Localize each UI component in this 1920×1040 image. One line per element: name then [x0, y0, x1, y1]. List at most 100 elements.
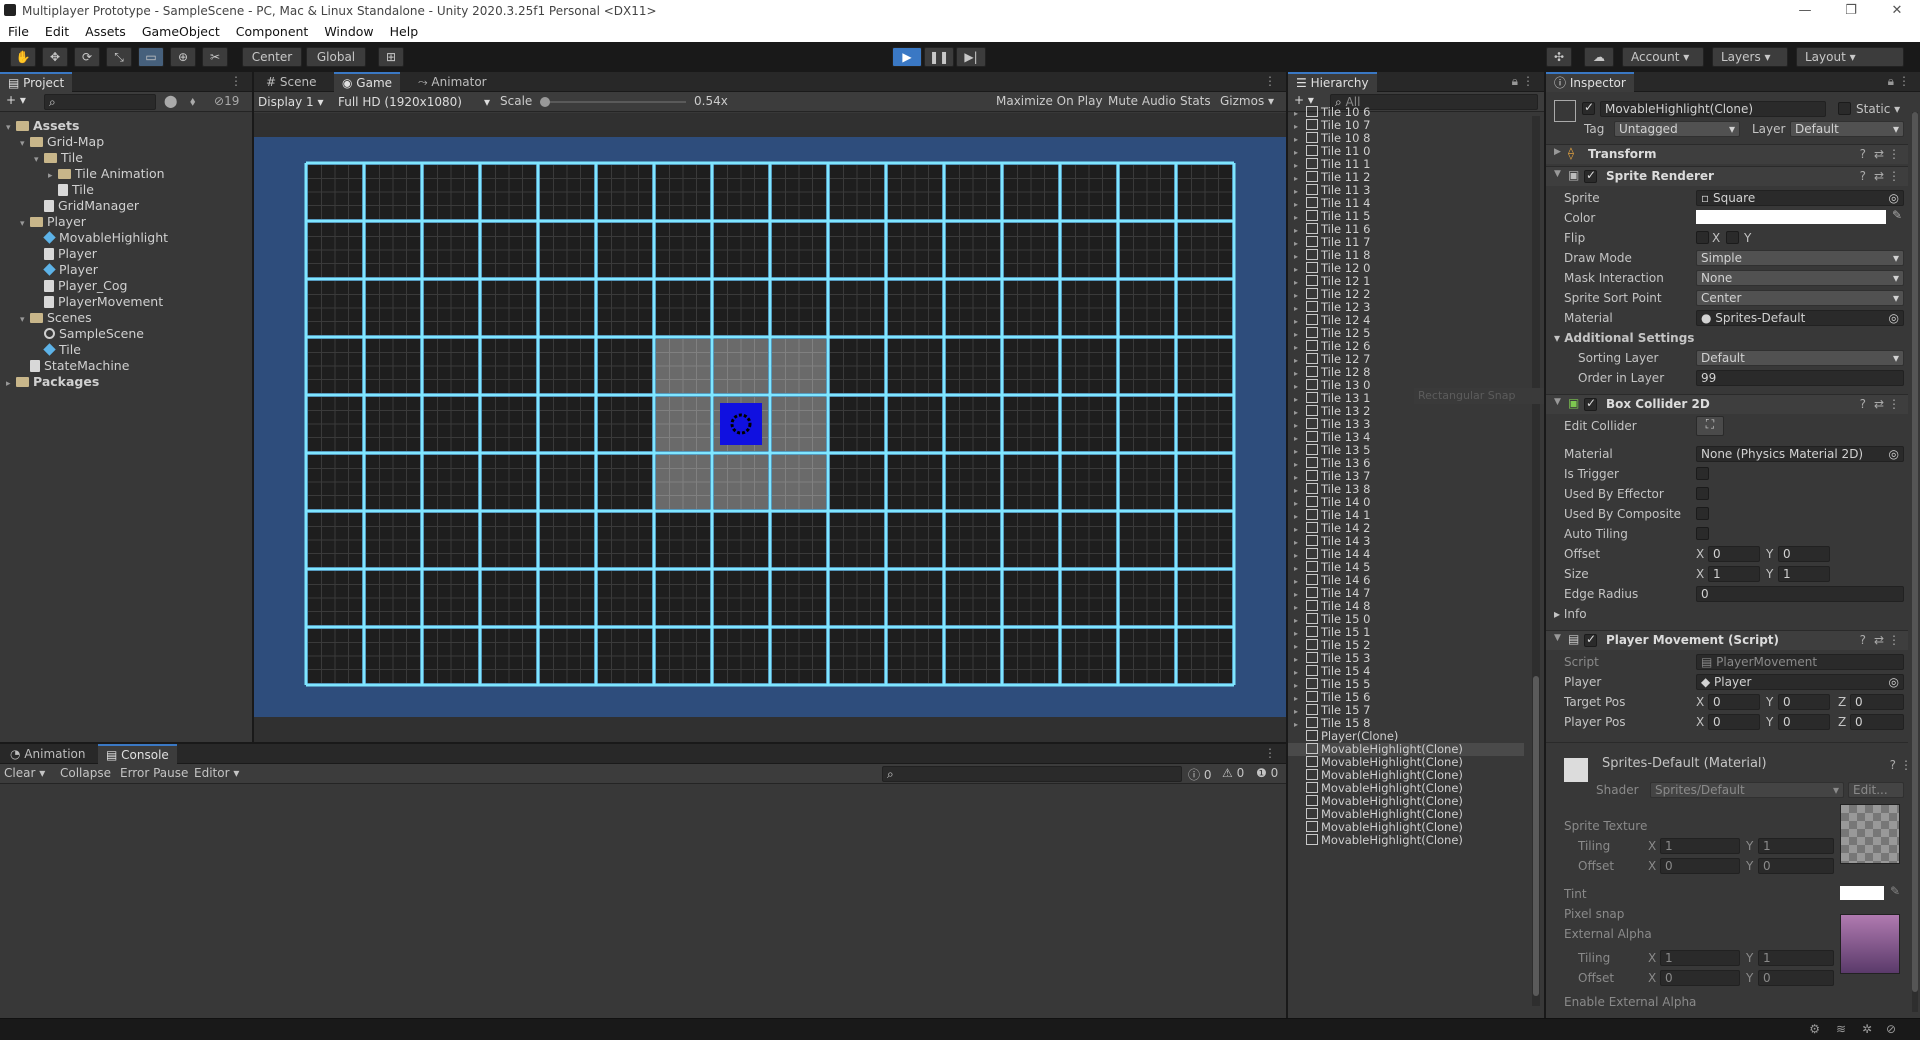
menu-component[interactable]: Component: [236, 22, 309, 42]
close-button[interactable]: ✕: [1874, 0, 1920, 22]
static-dropdown[interactable]: Static ▾: [1856, 101, 1900, 117]
lock-icon[interactable]: 🔒︎: [1888, 74, 1894, 89]
edit-collider-button[interactable]: ⛶: [1696, 416, 1724, 436]
preset-icon[interactable]: ⇄: [1874, 633, 1884, 647]
offset2-y-field[interactable]: 0: [1758, 970, 1834, 986]
collab-icon[interactable]: ✣: [1546, 47, 1572, 67]
filter-type-icon[interactable]: ⬤: [164, 94, 177, 108]
target-x-field[interactable]: 0: [1708, 694, 1760, 710]
project-tree-item[interactable]: GridManager: [34, 198, 139, 214]
display-dropdown[interactable]: Display 1 ▾: [256, 93, 330, 111]
menu-gameobject[interactable]: GameObject: [142, 22, 220, 42]
player-sprite[interactable]: [720, 403, 762, 445]
pause-button[interactable]: ❚❚: [924, 47, 954, 67]
sprite-renderer-enabled[interactable]: [1584, 168, 1597, 183]
play-button[interactable]: ▶: [892, 47, 922, 67]
project-tree-item[interactable]: MovableHighlight: [34, 230, 168, 246]
rect-tool-button[interactable]: ▭: [138, 47, 164, 67]
sr-material-field[interactable]: ● Sprites-Default ◎: [1696, 310, 1904, 326]
cache-server-icon[interactable]: ⚙: [1809, 1022, 1820, 1036]
panel-menu-icon[interactable]: ⋮: [1898, 74, 1910, 88]
project-tree-item[interactable]: ▾ Scenes: [20, 310, 92, 326]
project-tree-item[interactable]: ▾ Assets: [6, 118, 79, 134]
component-menu-icon[interactable]: ⋮: [1888, 169, 1900, 183]
tiling-x-field[interactable]: 1: [1660, 838, 1740, 854]
flip-y-checkbox[interactable]: [1726, 231, 1739, 244]
tab-console[interactable]: ▤ Console: [98, 744, 177, 764]
rotate-tool-button[interactable]: ⟳: [74, 47, 100, 67]
tint-swatch[interactable]: [1840, 886, 1884, 900]
progress-icon[interactable]: ≋: [1836, 1022, 1846, 1036]
tab-game[interactable]: ◉ Game: [334, 72, 401, 92]
tab-animator[interactable]: ⤳ Animator: [410, 72, 495, 92]
sprite-field[interactable]: ▫ Square ◎: [1696, 190, 1904, 206]
size-x-field[interactable]: 1: [1708, 566, 1760, 582]
pivot-center-toggle[interactable]: Center: [242, 47, 302, 67]
scale-tool-button[interactable]: ⤡: [106, 47, 132, 67]
project-tree-item[interactable]: Player: [34, 262, 98, 278]
eyedropper-icon[interactable]: ✎: [1892, 208, 1902, 222]
project-tree-item[interactable]: ▾ Tile: [34, 150, 83, 166]
console-log-area[interactable]: [0, 784, 1286, 1018]
player-field[interactable]: ◆ Player ◎: [1696, 674, 1904, 690]
active-checkbox[interactable]: [1582, 100, 1595, 115]
step-button[interactable]: ▶|: [956, 47, 986, 67]
maximize-button[interactable]: ❐: [1828, 0, 1874, 22]
preset-icon[interactable]: ⇄: [1874, 147, 1884, 161]
expand-arrow-icon[interactable]: ▾: [6, 120, 16, 136]
move-tool-button[interactable]: ✥: [42, 47, 68, 67]
create-button[interactable]: + ▾: [1294, 93, 1314, 107]
help-icon[interactable]: ?: [1860, 633, 1866, 647]
project-tree-item[interactable]: ▾ Grid-Map: [20, 134, 104, 150]
offset-x-field[interactable]: 0: [1660, 858, 1740, 874]
tiling2-x-field[interactable]: 1: [1660, 950, 1740, 966]
eyedropper-icon[interactable]: ✎: [1890, 884, 1900, 898]
help-icon[interactable]: ?: [1860, 147, 1866, 161]
offset-y-field[interactable]: 0: [1758, 858, 1834, 874]
static-checkbox[interactable]: [1838, 102, 1851, 115]
console-search-input[interactable]: ⌕: [882, 766, 1182, 782]
project-tree-item[interactable]: PlayerMovement: [34, 294, 163, 310]
panel-menu-icon[interactable]: ⋮: [230, 74, 242, 88]
scale-slider-handle[interactable]: [540, 97, 550, 107]
offset-y-field[interactable]: 0: [1778, 546, 1830, 562]
sorting-layer-dropdown[interactable]: Default ▾: [1696, 350, 1904, 366]
expand-arrow-icon[interactable]: ▾: [20, 216, 30, 232]
expand-arrow-icon[interactable]: ▾: [34, 152, 44, 168]
composite-checkbox[interactable]: [1696, 507, 1709, 520]
expand-arrow-icon[interactable]: ▾: [20, 136, 30, 152]
project-tree-item[interactable]: ▾ Player: [20, 214, 86, 230]
project-tree-item[interactable]: SampleScene: [34, 326, 144, 342]
collapse-button[interactable]: Collapse: [60, 766, 111, 780]
preset-icon[interactable]: ⇄: [1874, 397, 1884, 411]
account-dropdown[interactable]: Account ▾: [1622, 47, 1704, 67]
inspector-scrollbar[interactable]: [1912, 112, 1918, 1012]
tab-hierarchy[interactable]: ☰ Hierarchy: [1288, 72, 1377, 92]
layer-dropdown[interactable]: Default ▾: [1790, 121, 1904, 137]
cloud-icon[interactable]: ☁: [1584, 47, 1614, 67]
help-icon[interactable]: ?: [1860, 397, 1866, 411]
target-y-field[interactable]: 0: [1778, 694, 1830, 710]
bc-material-field[interactable]: None (Physics Material 2D) ◎: [1696, 446, 1904, 462]
lock-icon[interactable]: 🔒︎: [1512, 74, 1518, 89]
menu-file[interactable]: File: [8, 22, 29, 42]
transform-header[interactable]: ▶ ⟠ Transform ? ⇄ ⋮: [1546, 144, 1908, 164]
tab-inspector[interactable]: ⓘ Inspector: [1546, 72, 1634, 92]
order-field[interactable]: 99: [1696, 370, 1904, 386]
project-tree-item[interactable]: ▸ Tile Animation: [48, 166, 165, 182]
hierarchy-scroll-thumb[interactable]: [1533, 676, 1539, 996]
trigger-checkbox[interactable]: [1696, 467, 1709, 480]
shader-dropdown[interactable]: Sprites/Default ▾: [1650, 782, 1844, 798]
menu-help[interactable]: Help: [390, 22, 419, 42]
edge-radius-field[interactable]: 0: [1696, 586, 1904, 602]
resolution-dropdown[interactable]: Full HD (1920x1080) ▾: [334, 93, 494, 111]
project-tree-item[interactable]: Player: [34, 246, 97, 262]
box-collider-header[interactable]: ▼ ▣ Box Collider 2D ? ⇄ ⋮: [1546, 394, 1908, 414]
target-z-field[interactable]: 0: [1850, 694, 1904, 710]
hierarchy-scrollbar[interactable]: [1532, 116, 1540, 1006]
box-collider-enabled[interactable]: [1584, 396, 1597, 411]
game-view[interactable]: [254, 137, 1286, 717]
color-swatch[interactable]: [1696, 210, 1886, 224]
pivot-global-toggle[interactable]: Global: [306, 47, 366, 67]
expand-arrow-icon[interactable]: ▾: [20, 312, 30, 328]
